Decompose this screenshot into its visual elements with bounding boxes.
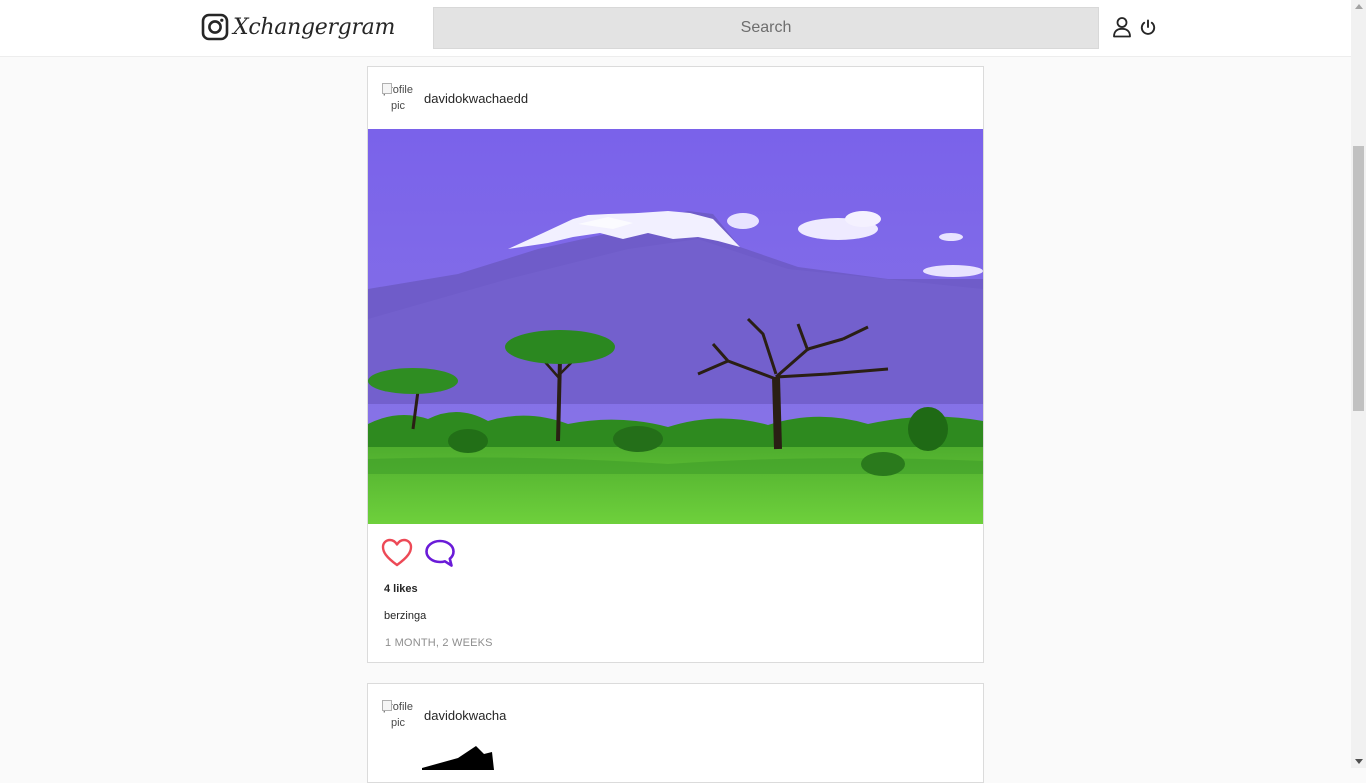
broken-image-icon bbox=[382, 83, 392, 94]
likes-count: 4 likes bbox=[384, 583, 418, 595]
top-navbar: Xchangergram bbox=[0, 0, 1351, 57]
post-username[interactable]: davidokwacha bbox=[424, 708, 506, 723]
app-logo[interactable]: Xchangergram bbox=[201, 11, 395, 43]
post-caption: berzinga bbox=[384, 610, 427, 622]
post-image[interactable] bbox=[418, 746, 498, 770]
camera-logo-icon bbox=[201, 13, 229, 41]
nav-icons bbox=[1112, 16, 1158, 38]
scroll-down-arrow-icon[interactable] bbox=[1355, 759, 1363, 764]
user-icon[interactable] bbox=[1112, 16, 1132, 38]
scroll-thumb[interactable] bbox=[1353, 146, 1364, 411]
post-image[interactable] bbox=[368, 129, 983, 524]
feed-post: profile pic davidokwachaedd bbox=[367, 66, 984, 663]
post-header: profile pic davidokwacha bbox=[368, 684, 983, 746]
feed-post: profile pic davidokwacha bbox=[367, 683, 984, 783]
search-input[interactable] bbox=[433, 7, 1099, 49]
avatar[interactable]: profile pic bbox=[382, 699, 414, 731]
post-timestamp: 1 MONTH, 2 WEEKS bbox=[385, 637, 493, 649]
comment-icon[interactable] bbox=[424, 538, 456, 568]
avatar[interactable]: profile pic bbox=[382, 82, 414, 114]
post-header: profile pic davidokwachaedd bbox=[368, 67, 983, 129]
post-username[interactable]: davidokwachaedd bbox=[424, 91, 528, 106]
post-actions bbox=[368, 524, 983, 582]
scroll-up-arrow-icon[interactable] bbox=[1355, 4, 1363, 9]
heart-icon[interactable] bbox=[381, 538, 413, 568]
broken-image-icon bbox=[382, 700, 392, 711]
page-scrollbar[interactable] bbox=[1351, 0, 1366, 768]
power-icon[interactable] bbox=[1138, 16, 1158, 38]
app-name: Xchangergram bbox=[233, 14, 396, 40]
